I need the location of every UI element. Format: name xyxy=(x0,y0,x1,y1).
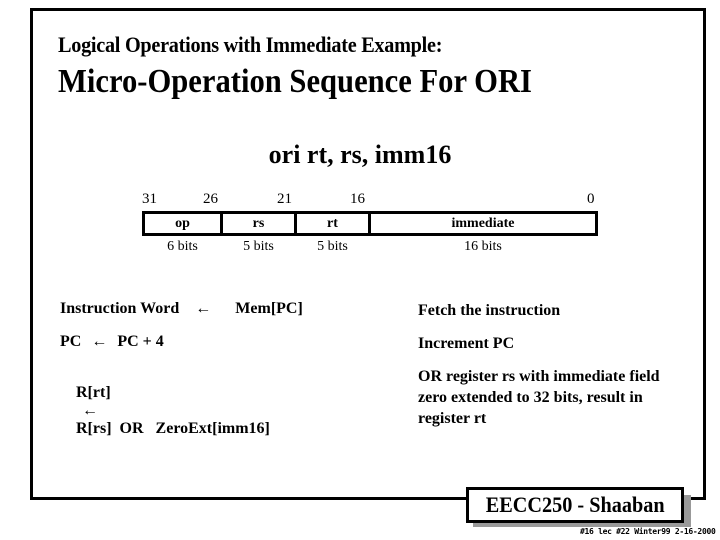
rtl-step: Instruction Word ← Mem[PC] xyxy=(60,300,303,318)
field-width: 16 bits xyxy=(464,239,502,254)
field-op: op xyxy=(175,216,190,231)
bit-number: 26 xyxy=(203,191,218,207)
step-description: Increment PC xyxy=(418,335,515,352)
step-description: OR register rs with immediate field zero… xyxy=(418,368,660,427)
rtl-source: R[rs] OR ZeroExt[imm16] xyxy=(76,420,270,437)
field-width: 5 bits xyxy=(317,239,348,254)
bit-number: 16 xyxy=(350,191,365,207)
rtl-step: PC ← PC + 4 xyxy=(60,333,164,351)
bit-number: 0 xyxy=(587,191,595,207)
course-badge-label: EECC250 - Shaaban xyxy=(485,492,665,517)
field-rs: rs xyxy=(252,216,265,231)
instruction-syntax: ori rt, rs, imm16 xyxy=(268,140,452,169)
bit-number: 21 xyxy=(277,191,292,207)
slide-title: Micro-Operation Sequence For ORI xyxy=(58,63,532,100)
rtl-destination: PC xyxy=(60,333,82,350)
rtl-source: Mem[PC] xyxy=(235,300,303,317)
rtl-destination: R[rt] xyxy=(76,384,111,401)
field-rt: rt xyxy=(327,216,338,231)
field-immediate: immediate xyxy=(451,216,515,231)
step-description: Fetch the instruction xyxy=(418,302,561,319)
course-badge: EECC250 - Shaaban xyxy=(466,487,684,523)
left-arrow-icon: ← xyxy=(91,333,108,350)
slide-subtitle: Logical Operations with Immediate Exampl… xyxy=(58,32,443,57)
bit-number: 31 xyxy=(142,191,157,207)
rtl-source: PC + 4 xyxy=(117,333,164,350)
left-arrow-icon: ← xyxy=(195,300,212,317)
left-arrow-icon: ← xyxy=(82,402,98,419)
rtl-step: R[rt] ← R[rs] OR ZeroExt[imm16] xyxy=(60,366,270,456)
field-width: 5 bits xyxy=(243,239,274,254)
slide-footer: #16 lec #22 Winter99 2-16-2000 xyxy=(580,527,716,536)
format-box: op rs rt immediate xyxy=(142,211,598,236)
rtl-destination: Instruction Word xyxy=(60,300,180,317)
field-width: 6 bits xyxy=(167,239,198,254)
